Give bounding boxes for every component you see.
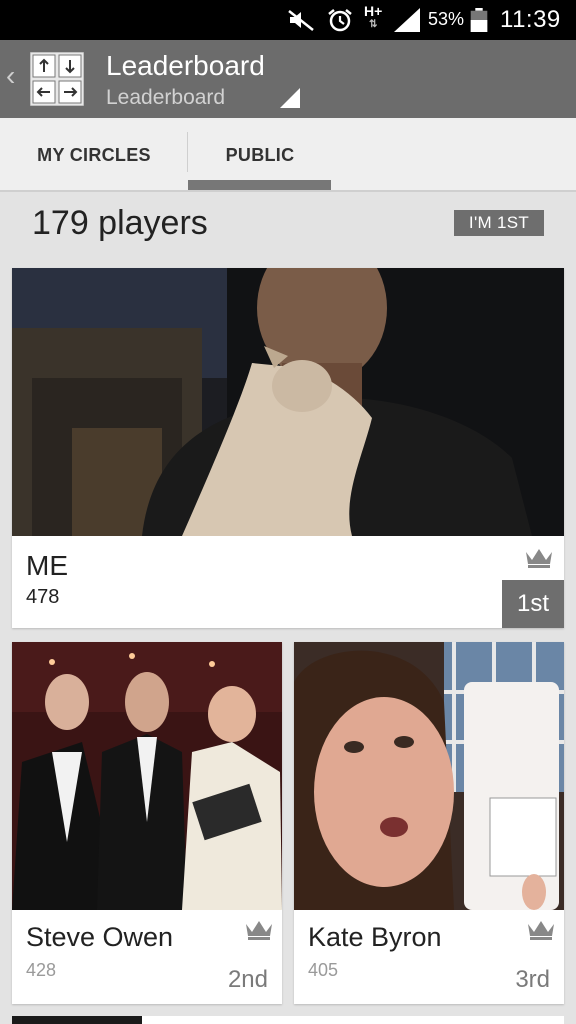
jump-to-me-button[interactable]: I'M 1ST: [454, 210, 544, 236]
player-photo: [12, 1016, 142, 1024]
network-label: H+: [364, 3, 383, 19]
player-photo: [294, 642, 564, 910]
player-rank: 3rd: [515, 966, 550, 993]
crown-icon: [246, 921, 272, 940]
battery-icon: [470, 8, 488, 32]
leaderboard-selector[interactable]: Leaderboard: [106, 86, 225, 110]
player-score: 478: [26, 586, 60, 608]
rank-badge: 1st: [502, 580, 564, 628]
action-bar: ‹ Leaderboard Leaderboard: [0, 40, 576, 118]
leaderboard-card-next[interactable]: [12, 1016, 564, 1024]
player-photo: [12, 268, 564, 536]
alarm-icon: [328, 9, 352, 32]
player-name: Steve Owen: [26, 922, 174, 952]
tab-my-circles[interactable]: MY CIRCLES: [0, 118, 188, 192]
leaderboard-card-kate-byron[interactable]: Kate Byron 405 3rd: [294, 642, 564, 1004]
dropdown-triangle-icon[interactable]: [280, 88, 300, 108]
signal-icon: [394, 8, 420, 32]
game-logo-icon[interactable]: [30, 52, 84, 106]
player-score: 428: [26, 960, 57, 980]
status-bar: H+ ⇅ 53% 11:39: [0, 0, 576, 40]
clock: 11:39: [500, 6, 561, 33]
players-count: 179 players: [32, 204, 208, 242]
network-hplus-icon: H+ ⇅: [364, 3, 383, 30]
player-rank: 2nd: [227, 966, 268, 993]
player-photo: [12, 642, 282, 910]
action-bar-title: Leaderboard: [106, 50, 265, 81]
tab-selected-indicator: [188, 180, 331, 190]
battery-percent: 53%: [428, 9, 465, 29]
tab-bar: MY CIRCLES PUBLIC: [0, 118, 576, 192]
leaderboard-card-me[interactable]: ME 478 1st: [12, 268, 564, 628]
player-score: 405: [308, 960, 339, 980]
crown-icon: [528, 921, 554, 940]
leaderboard-card-steve-owen[interactable]: Steve Owen 428 2nd: [12, 642, 282, 1004]
player-name: Kate Byron: [308, 922, 442, 952]
player-name: ME: [26, 550, 68, 581]
back-chevron-icon[interactable]: ‹: [6, 62, 15, 90]
crown-icon: [526, 549, 552, 568]
mute-icon: [288, 10, 314, 31]
